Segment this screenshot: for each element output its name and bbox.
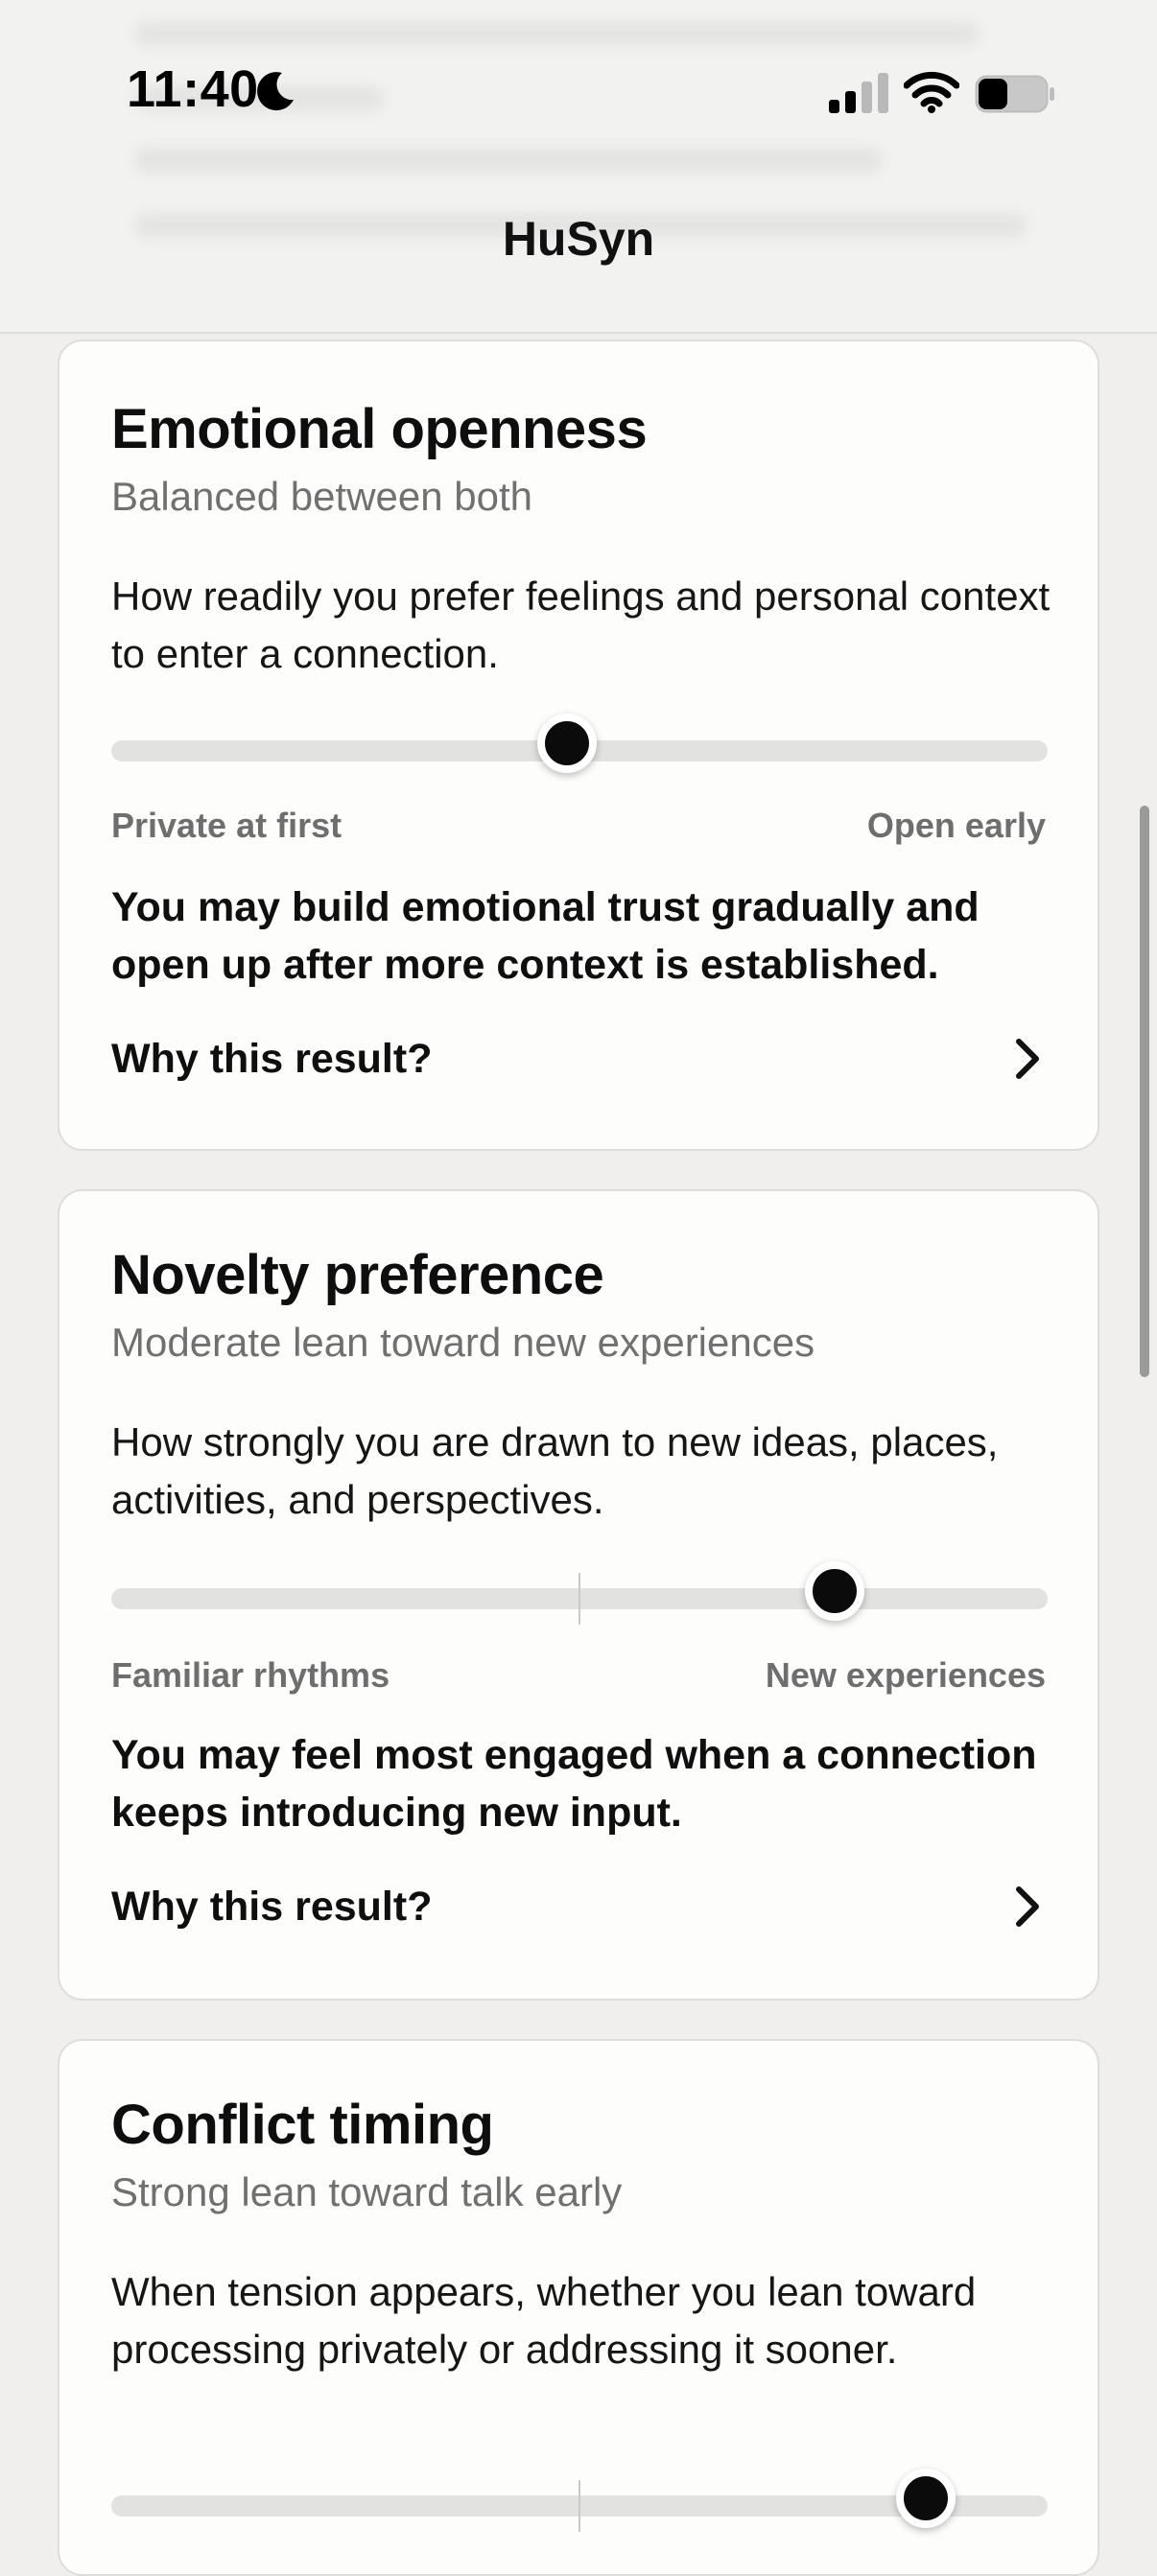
app-title: HuSyn (502, 212, 655, 266)
card-description: When tension appears, whether you lean t… (111, 2269, 977, 2372)
trait-slider-thumb[interactable] (537, 714, 598, 773)
trait-slider-track (111, 2469, 1048, 2532)
card-description: How strongly you are drawn to new ideas,… (111, 1419, 999, 1522)
trait-card-conflict-timing: Conflict timing Strong lean toward talk … (58, 2039, 1099, 2576)
why-this-result-label: Why this result? (111, 1036, 433, 1082)
card-subtitle: Moderate lean toward new experiences (111, 1320, 815, 1365)
why-this-result-label: Why this result? (111, 1884, 433, 1930)
slider-right-label: Open early (866, 806, 1046, 845)
trait-card-novelty-preference: Novelty preference Moderate lean toward … (58, 1189, 1099, 2001)
top-bar: 11:40 HuSyn (0, 0, 1157, 334)
battery-icon (975, 75, 1054, 113)
chevron-right-icon (1016, 1886, 1039, 1927)
moon-icon (257, 72, 294, 111)
cellular-signal-icon (829, 73, 888, 113)
why-this-result-button[interactable]: Why this result? (111, 1030, 1048, 1088)
slider-midpoint-mark (578, 2480, 580, 2532)
card-description: How readily you prefer feelings and pers… (111, 574, 1051, 676)
scroll-indicator[interactable] (1140, 806, 1149, 1377)
blurred-background-text (134, 148, 883, 173)
chevron-right-icon (1016, 1039, 1039, 1079)
wifi-icon (904, 71, 959, 113)
slider-right-label: New experiences (765, 1655, 1046, 1695)
result-text: You may feel most engaged when a connect… (111, 1732, 1037, 1836)
slider-left-label: Familiar rhythms (111, 1655, 390, 1695)
card-title: Novelty preference (111, 1244, 604, 1306)
blurred-background-text (134, 21, 979, 46)
trait-card-emotional-openness: Emotional openness Balanced between both… (58, 340, 1099, 1151)
card-title: Conflict timing (111, 2094, 494, 2156)
why-this-result-button[interactable]: Why this result? (111, 1878, 1048, 1935)
trait-slider-thumb[interactable] (805, 1561, 865, 1621)
slider-midpoint-mark (578, 1573, 580, 1625)
result-text: You may build emotional trust gradually … (111, 884, 980, 988)
card-subtitle: Balanced between both (111, 474, 533, 519)
card-subtitle: Strong lean toward talk early (111, 2169, 623, 2214)
trait-slider-track (111, 1561, 1048, 1625)
trait-slider-track (111, 714, 1048, 773)
card-title: Emotional openness (111, 398, 648, 460)
status-time: 11:40 (127, 60, 259, 118)
slider-left-label: Private at first (111, 806, 342, 845)
trait-slider-thumb[interactable] (896, 2469, 956, 2528)
